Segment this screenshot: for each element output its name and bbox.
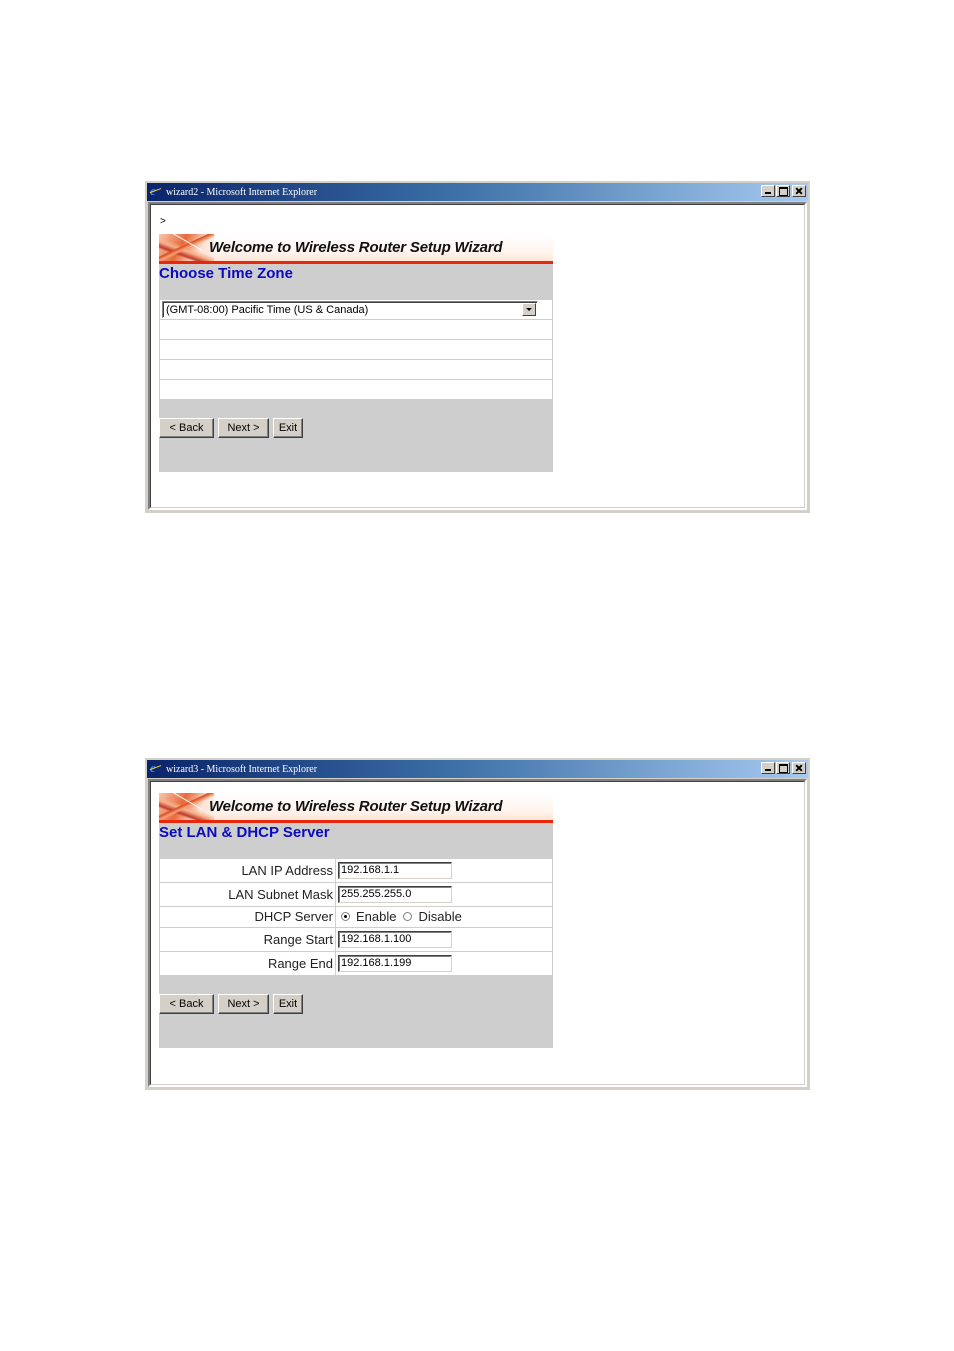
- ie-logo-icon: [150, 760, 162, 776]
- banner-graphic: [159, 793, 214, 823]
- setup-wizard: Welcome to Wireless Router Setup Wizard …: [159, 793, 553, 1048]
- back-button[interactable]: < Back: [159, 418, 214, 438]
- range-start-row: Range Start 192.168.1.100: [160, 928, 552, 952]
- range-end-label: Range End: [160, 952, 336, 975]
- maximize-icon: [777, 763, 789, 773]
- browser-content: Welcome to Wireless Router Setup Wizard …: [148, 779, 807, 1087]
- time-zone-select[interactable]: (GMT-08:00) Pacific Time (US & Canada): [162, 301, 538, 318]
- dhcp-disable-label[interactable]: Disable: [418, 909, 461, 924]
- close-icon: [793, 763, 805, 773]
- minimize-button[interactable]: [761, 762, 775, 774]
- banner-title: Welcome to Wireless Router Setup Wizard: [209, 239, 503, 256]
- wizard-panel: Set LAN & DHCP Server LAN IP Address 192…: [159, 823, 553, 1048]
- dhcp-server-label: DHCP Server: [160, 907, 336, 927]
- browser-content: > Welcome to Wireless Router Setup Wizar…: [148, 202, 807, 510]
- button-row: < Back Next > Exit: [159, 994, 303, 1014]
- time-zone-row: (GMT-08:00) Pacific Time (US & Canada): [160, 300, 552, 320]
- minimize-icon: [762, 186, 774, 196]
- exit-button[interactable]: Exit: [273, 418, 303, 438]
- range-end-row: Range End 192.168.1.199: [160, 952, 552, 976]
- range-start-label: Range Start: [160, 928, 336, 951]
- time-zone-area: (GMT-08:00) Pacific Time (US & Canada): [159, 286, 553, 400]
- subnet-mask-label: LAN Subnet Mask: [160, 883, 336, 906]
- setup-wizard: Welcome to Wireless Router Setup Wizard …: [159, 234, 553, 472]
- subnet-mask-input[interactable]: 255.255.255.0: [338, 886, 452, 903]
- next-button[interactable]: Next >: [218, 994, 269, 1014]
- window-title: wizard2 - Microsoft Internet Explorer: [166, 186, 318, 198]
- dhcp-disable-radio[interactable]: [403, 912, 413, 921]
- dhcp-server-row: DHCP Server Enable Disable: [160, 907, 552, 928]
- next-button[interactable]: Next >: [218, 418, 269, 438]
- subnet-mask-row: LAN Subnet Mask 255.255.255.0: [160, 883, 552, 907]
- ie-window-wizard3: wizard3 - Microsoft Internet Explorer We…: [145, 758, 810, 1090]
- lan-settings-form: LAN IP Address 192.168.1.1 LAN Subnet Ma…: [159, 845, 553, 976]
- minimize-icon: [762, 763, 774, 773]
- wizard-banner: Welcome to Wireless Router Setup Wizard: [159, 793, 553, 823]
- exit-button[interactable]: Exit: [273, 994, 303, 1014]
- empty-row: [160, 320, 552, 340]
- button-area: < Back Next > Exit: [159, 400, 553, 472]
- range-end-input[interactable]: 192.168.1.199: [338, 955, 452, 972]
- maximize-button[interactable]: [776, 762, 790, 774]
- window-controls: [760, 185, 806, 197]
- window-controls: [760, 762, 806, 774]
- dhcp-enable-label[interactable]: Enable: [356, 909, 396, 924]
- back-button[interactable]: < Back: [159, 994, 214, 1014]
- banner-accent-line: [159, 820, 553, 823]
- ie-logo-icon: [150, 183, 162, 199]
- lan-ip-label: LAN IP Address: [160, 859, 336, 882]
- empty-row: [160, 380, 552, 400]
- section-title: Choose Time Zone: [159, 265, 293, 282]
- time-zone-selected: (GMT-08:00) Pacific Time (US & Canada): [166, 304, 369, 316]
- close-button[interactable]: [792, 185, 806, 197]
- range-start-input[interactable]: 192.168.1.100: [338, 931, 452, 948]
- banner-graphic: [159, 234, 214, 264]
- empty-row: [160, 360, 552, 380]
- ie-window-wizard2: wizard2 - Microsoft Internet Explorer > …: [145, 181, 810, 513]
- title-bar[interactable]: wizard2 - Microsoft Internet Explorer: [147, 183, 808, 201]
- minimize-button[interactable]: [761, 185, 775, 197]
- button-area: < Back Next > Exit: [159, 976, 553, 1048]
- lan-ip-row: LAN IP Address 192.168.1.1: [160, 859, 552, 883]
- wizard-panel: Choose Time Zone (GMT-08:00) Pacific Tim…: [159, 264, 553, 472]
- banner-title: Welcome to Wireless Router Setup Wizard: [209, 798, 503, 815]
- banner-accent-line: [159, 261, 553, 264]
- empty-row: [160, 340, 552, 360]
- dhcp-radio-group: Enable Disable: [341, 909, 469, 924]
- maximize-button[interactable]: [776, 185, 790, 197]
- title-bar[interactable]: wizard3 - Microsoft Internet Explorer: [147, 760, 808, 778]
- stray-text: >: [160, 216, 166, 227]
- close-icon: [793, 186, 805, 196]
- close-button[interactable]: [792, 762, 806, 774]
- chevron-down-icon[interactable]: [522, 303, 536, 316]
- window-title: wizard3 - Microsoft Internet Explorer: [166, 763, 318, 775]
- button-row: < Back Next > Exit: [159, 418, 303, 438]
- maximize-icon: [777, 186, 789, 196]
- section-title: Set LAN & DHCP Server: [159, 824, 330, 841]
- lan-ip-input[interactable]: 192.168.1.1: [338, 862, 452, 879]
- dhcp-enable-radio[interactable]: [341, 912, 350, 921]
- wizard-banner: Welcome to Wireless Router Setup Wizard: [159, 234, 553, 264]
